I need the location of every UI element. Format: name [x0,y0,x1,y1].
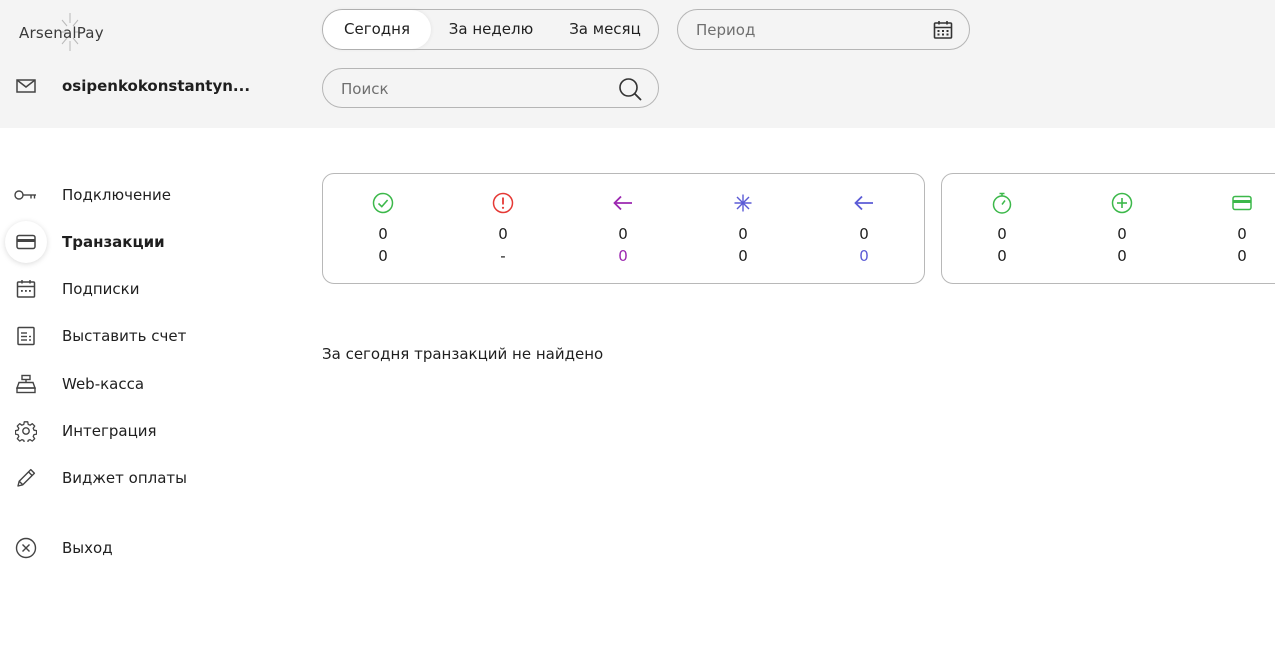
period-week-button[interactable]: За неделю [439,10,543,49]
sidebar-item-connection[interactable]: Подключение [0,174,280,216]
sidebar-item-label: Выход [62,539,113,557]
stat-count: 0 [859,225,869,243]
snowflake-icon [734,194,752,212]
stat-error[interactable]: 0 - [473,174,533,283]
calendar-icon [5,268,47,310]
arrow-left-icon [854,195,873,211]
mail-icon [16,78,36,94]
cash-register-icon [5,363,47,405]
stat-pending[interactable]: 0 0 [972,174,1032,283]
invoice-icon [5,315,47,357]
stat-count: 0 [618,225,628,243]
plus-circle-icon [1111,192,1133,214]
user-email: osipenkokonstantyn... [62,77,251,95]
stat-count: 0 [378,225,388,243]
period-month-button[interactable]: За месяц [555,10,655,49]
empty-state-message: За сегодня транзакций не найдено [322,345,604,363]
stat-amount: 0 [378,247,388,265]
sidebar-item-invoice[interactable]: Выставить счет [0,315,280,357]
stat-count: 0 [498,225,508,243]
sidebar-item-label: Виджет оплаты [62,469,188,487]
alert-circle-icon [492,192,514,214]
arrow-left-icon [613,195,632,211]
stat-topup[interactable]: 0 0 [1092,174,1152,283]
stat-return[interactable]: 0 0 [834,174,894,283]
sidebar-item-label: Подписки [62,280,140,298]
sidebar-item-label: Web-касса [62,375,145,393]
stat-amount: 0 [738,247,748,265]
period-range-input[interactable] [696,10,926,49]
sidebar-item-subscriptions[interactable]: Подписки [0,268,280,310]
stat-count: 0 [997,225,1007,243]
sidebar-item-label: Подключение [62,186,171,204]
stat-amount: 0 [1117,247,1127,265]
stat-refund[interactable]: 0 0 [593,174,653,283]
sidebar-item-label: Транзакции [62,233,165,251]
search-input[interactable] [341,69,601,108]
close-circle-icon [5,527,47,569]
stat-amount: 0 [859,247,869,265]
stat-frozen[interactable]: 0 0 [713,174,773,283]
brand-logo[interactable]: ArsenalPay [19,11,109,53]
card-icon [1232,195,1252,211]
stat-amount: 0 [997,247,1007,265]
stat-amount: 0 [618,247,628,265]
stat-count: 0 [738,225,748,243]
user-account[interactable]: osipenkokonstantyn... [16,76,250,96]
stat-amount: 0 [1237,247,1247,265]
status-stats-card: 0 0 0 - 0 0 0 0 0 0 [322,173,925,284]
search-field[interactable] [322,68,659,108]
sidebar-item-label: Интеграция [62,422,157,440]
gear-icon [5,410,47,452]
sidebar-item-web-kassa[interactable]: Web-касса [0,363,280,405]
card-icon [5,221,47,263]
sidebar-item-label: Выставить счет [62,327,187,345]
stat-count: 0 [1117,225,1127,243]
stopwatch-icon [992,192,1012,214]
stat-card-payment[interactable]: 0 0 [1212,174,1272,283]
stat-amount: - [500,247,506,265]
stat-success[interactable]: 0 0 [353,174,413,283]
pencil-icon [5,457,47,499]
sidebar-item-logout[interactable]: Выход [0,527,280,569]
sidebar-item-transactions[interactable]: Транзакции [0,221,280,263]
operation-stats-card: 0 0 0 0 0 0 [941,173,1275,284]
sidebar-item-payment-widget[interactable]: Виджет оплаты [0,457,280,499]
period-switcher: Сегодня За неделю За месяц [322,9,659,50]
stat-count: 0 [1237,225,1247,243]
search-icon[interactable] [618,77,642,101]
period-range-field[interactable] [677,9,970,50]
check-circle-icon [372,192,394,214]
brand-name: ArsenalPay [19,24,104,42]
calendar-icon[interactable] [933,20,953,40]
header: ArsenalPay osipenkokonstantyn... Сегодня… [0,0,1275,128]
period-today-button[interactable]: Сегодня [323,10,431,49]
key-icon [5,174,47,216]
sidebar-item-integration[interactable]: Интеграция [0,410,280,452]
